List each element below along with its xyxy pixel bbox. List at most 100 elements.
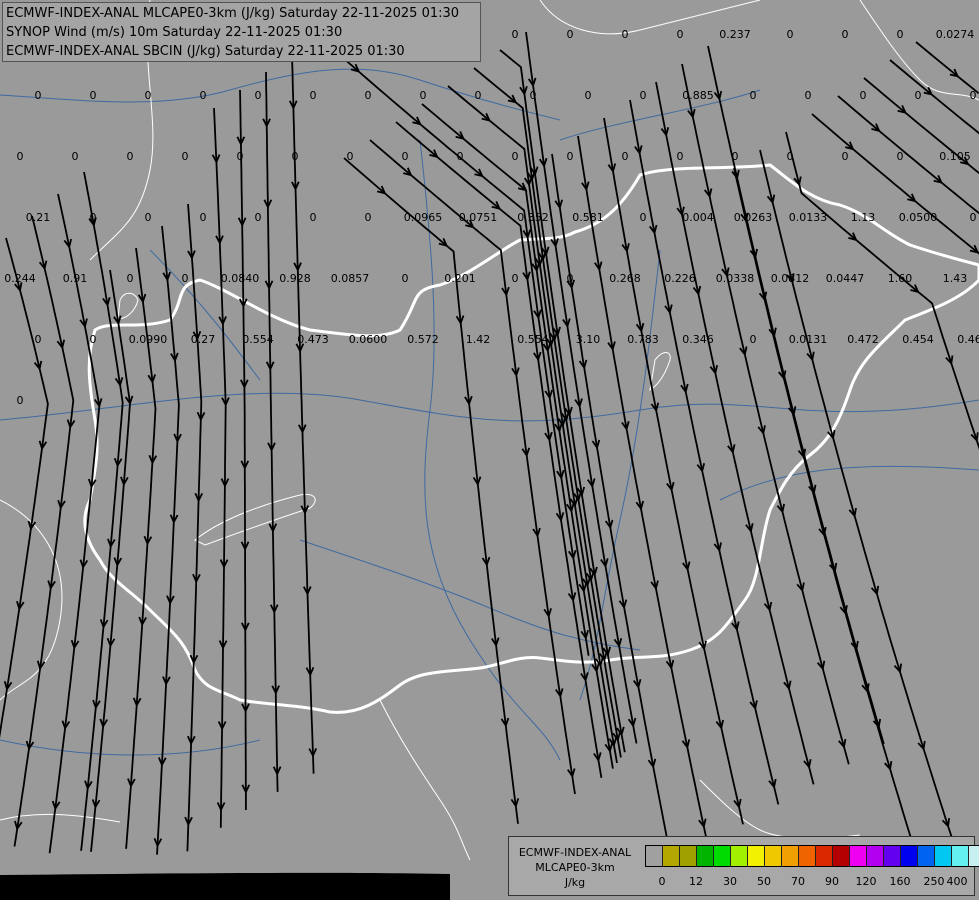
legend-tick: 30 (723, 875, 737, 888)
value-label: 0.0447 (826, 272, 865, 285)
legend-tick: 160 (889, 875, 911, 888)
value-label: 0 (127, 272, 134, 285)
value-label: 0.783 (627, 333, 659, 346)
weather-map[interactable]: 00000002.171.9300000.2370000.02740000000… (0, 0, 979, 900)
map-header: ECMWF-INDEX-ANAL MLCAPE0-3km (J/kg) Satu… (2, 2, 481, 62)
value-label: 0.244 (4, 272, 36, 285)
value-label: 0.352 (517, 211, 549, 224)
value-label: 0 (567, 150, 574, 163)
value-label: 0.0338 (716, 272, 755, 285)
value-label: 0 (585, 89, 592, 102)
value-label: 0 (182, 272, 189, 285)
value-label: 0.554 (517, 333, 549, 346)
legend-tick: 120 (855, 875, 877, 888)
header-line-1: ECMWF-INDEX-ANAL MLCAPE0-3km (J/kg) Satu… (6, 6, 460, 21)
legend-swatch (731, 846, 748, 866)
value-label: 0 (787, 28, 794, 41)
value-label: 0 (622, 28, 629, 41)
legend-tick: 0 (658, 875, 666, 888)
value-label: 0.0263 (734, 211, 773, 224)
value-label: 0 (402, 272, 409, 285)
value-label: 0 (677, 28, 684, 41)
legend-swatch (646, 846, 663, 866)
value-label: 0 (457, 150, 464, 163)
legend-swatch (935, 846, 952, 866)
value-label: 0 (622, 150, 629, 163)
legend-unit: J/kg (564, 876, 586, 889)
value-label: 0 (897, 150, 904, 163)
legend-swatch (765, 846, 782, 866)
map-edge-black (0, 872, 450, 900)
legend-title-source: ECMWF-INDEX-ANAL (518, 846, 632, 859)
value-label: 0 (292, 150, 299, 163)
legend-title-param: MLCAPE0-3km (535, 861, 615, 874)
value-label: 0.467 (957, 333, 979, 346)
value-label: 0 (842, 28, 849, 41)
value-label: 0.21 (26, 211, 51, 224)
value-label: 0 (640, 211, 647, 224)
value-label: 3.10 (576, 333, 601, 346)
legend-swatch (697, 846, 714, 866)
value-label: 0.91 (63, 272, 88, 285)
legend-swatch (867, 846, 884, 866)
value-label: 0 (90, 89, 97, 102)
legend-title: ECMWF-INDEX-ANAL MLCAPE0-3km J/kg (511, 845, 639, 890)
value-label: 0 (35, 333, 42, 346)
value-label: 0 (237, 150, 244, 163)
value-label: 0 (915, 89, 922, 102)
value-label: 0 (145, 89, 152, 102)
value-label: 0.473 (297, 333, 329, 346)
value-label: 0 (750, 89, 757, 102)
value-label: 0.0600 (349, 333, 388, 346)
legend-swatch (969, 846, 979, 866)
value-label: 0 (310, 89, 317, 102)
value-label: 0 (255, 211, 262, 224)
value-label: 1.42 (466, 333, 491, 346)
value-label: 0 (677, 150, 684, 163)
value-label: 0.0965 (404, 211, 443, 224)
value-label: 0.346 (682, 333, 714, 346)
legend-swatch (884, 846, 901, 866)
value-label: 0.004 (682, 211, 714, 224)
value-label: 0.572 (407, 333, 439, 346)
value-label: 0 (732, 150, 739, 163)
value-label: 0 (365, 89, 372, 102)
legend-swatch (901, 846, 918, 866)
value-label: 0 (17, 150, 24, 163)
value-label: 0 (567, 28, 574, 41)
value-label: 0 (897, 28, 904, 41)
legend-swatch (918, 846, 935, 866)
value-label: 0.0133 (789, 211, 828, 224)
value-label: 0 (805, 89, 812, 102)
value-label: 0.268 (609, 272, 641, 285)
value-label: 0 (365, 211, 372, 224)
legend-swatch (833, 846, 850, 866)
legend-tick-labels: 0 12 30 50 70 90 120 160 250 400 (645, 875, 975, 889)
value-label: 0.581 (572, 211, 604, 224)
legend-swatch (748, 846, 765, 866)
value-label: 0 (402, 150, 409, 163)
legend-swatch (782, 846, 799, 866)
legend-tick: 250 (923, 875, 945, 888)
value-label: 0 (90, 211, 97, 224)
value-label: 0.201 (444, 272, 476, 285)
value-label: 0 (842, 150, 849, 163)
colorbar-legend: ECMWF-INDEX-ANAL MLCAPE0-3km J/kg 0 12 30 5… (508, 836, 979, 896)
legend-tick: 12 (689, 875, 703, 888)
value-label: 0.0840 (221, 272, 260, 285)
value-label: 0 (35, 89, 42, 102)
value-label: 0 (145, 211, 152, 224)
value-label: 1.43 (943, 272, 968, 285)
legend-swatch (799, 846, 816, 866)
value-label: 0 (420, 89, 427, 102)
value-label: 0 (970, 89, 977, 102)
header-line-3: ECMWF-INDEX-ANAL SBCIN (J/kg) Saturday 2… (6, 44, 405, 59)
value-label: 0.0812 (771, 272, 810, 285)
value-label: 0.885 (682, 89, 714, 102)
value-label: 0 (347, 150, 354, 163)
value-label: 0 (640, 89, 647, 102)
value-label: 0 (182, 150, 189, 163)
legend-swatch (952, 846, 969, 866)
legend-color-scale (645, 845, 979, 867)
value-label: 0.27 (191, 333, 216, 346)
